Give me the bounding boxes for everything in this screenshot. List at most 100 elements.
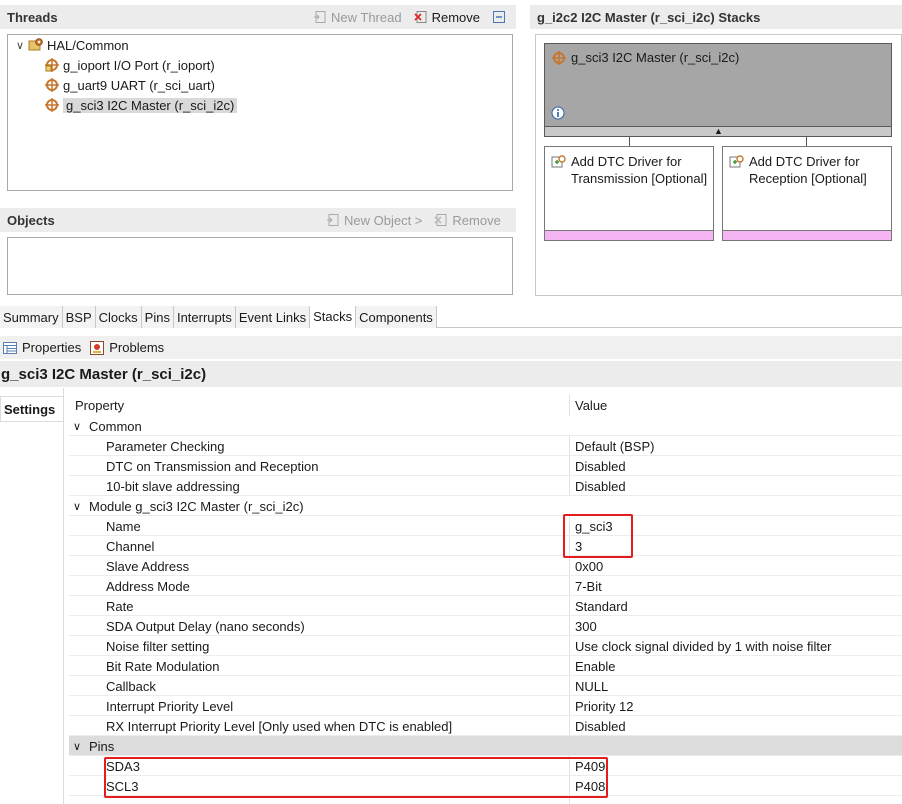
category-row-common[interactable]: ∨ Common bbox=[69, 416, 902, 436]
view-tab-properties[interactable]: Properties bbox=[0, 340, 87, 356]
objects-list bbox=[7, 237, 513, 295]
table-row[interactable]: DTC on Transmission and Reception Disabl… bbox=[69, 456, 902, 476]
property-value[interactable]: P408 bbox=[575, 776, 902, 796]
add-module-icon bbox=[729, 154, 745, 170]
property-name: Channel bbox=[106, 538, 155, 554]
property-value[interactable]: 0x00 bbox=[575, 556, 902, 576]
property-name: RX Interrupt Priority Level [Only used w… bbox=[106, 718, 453, 734]
chevron-down-icon[interactable]: ∨ bbox=[73, 420, 89, 433]
tab-interrupts[interactable]: Interrupts bbox=[173, 306, 236, 328]
chevron-down-icon[interactable]: ∨ bbox=[12, 39, 28, 52]
optional-bar bbox=[723, 230, 891, 240]
info-icon[interactable] bbox=[551, 106, 565, 120]
table-row[interactable]: SDA Output Delay (nano seconds) 300 bbox=[69, 616, 902, 636]
tree-item-hal-common[interactable]: ∨ HAL/Common bbox=[12, 35, 129, 55]
new-object-button[interactable]: New Object > bbox=[326, 213, 422, 228]
new-thread-label: New Thread bbox=[331, 9, 402, 25]
side-strip bbox=[63, 388, 64, 804]
tree-item-label: HAL/Common bbox=[47, 37, 129, 53]
property-value[interactable]: Disabled bbox=[575, 456, 902, 476]
table-row[interactable]: Name g_sci3 bbox=[69, 516, 902, 536]
tree-item-ioport[interactable]: g_ioport I/O Port (r_ioport) bbox=[44, 55, 215, 75]
table-row[interactable]: Slave Address 0x00 bbox=[69, 556, 902, 576]
property-value[interactable]: Disabled bbox=[575, 476, 902, 496]
table-row[interactable]: Bit Rate Modulation Enable bbox=[69, 656, 902, 676]
category-label: Pins bbox=[89, 738, 115, 754]
view-tab-label: Properties bbox=[22, 340, 82, 355]
column-header-property[interactable]: Property bbox=[75, 394, 575, 416]
property-value[interactable]: 300 bbox=[575, 616, 902, 636]
stack-main-block[interactable]: g_sci3 I2C Master (r_sci_i2c) bbox=[544, 43, 892, 137]
tab-summary[interactable]: Summary bbox=[0, 306, 63, 328]
tab-clocks[interactable]: Clocks bbox=[95, 306, 142, 328]
property-value[interactable]: Use clock signal divided by 1 with noise… bbox=[575, 636, 902, 656]
remove-icon bbox=[434, 213, 448, 227]
property-value[interactable]: NULL bbox=[575, 676, 902, 696]
property-name: Slave Address bbox=[106, 558, 190, 574]
table-row[interactable]: RX Interrupt Priority Level [Only used w… bbox=[69, 716, 902, 736]
property-value[interactable]: Standard bbox=[575, 596, 902, 616]
remove-object-button[interactable]: Remove bbox=[434, 213, 501, 228]
module-gear-icon bbox=[44, 77, 60, 93]
objects-title: Objects bbox=[7, 212, 55, 228]
property-name: Parameter Checking bbox=[106, 438, 225, 454]
table-row[interactable]: Interrupt Priority Level Priority 12 bbox=[69, 696, 902, 716]
collapse-all-button[interactable] bbox=[492, 10, 506, 24]
tab-event-links[interactable]: Event Links bbox=[235, 306, 311, 328]
category-row-pins[interactable]: ∨ Pins bbox=[69, 736, 902, 756]
property-value[interactable]: Default (BSP) bbox=[575, 436, 902, 456]
property-name: 10-bit slave addressing bbox=[106, 478, 240, 494]
table-row[interactable]: Rate Standard bbox=[69, 596, 902, 616]
new-object-icon bbox=[326, 213, 340, 227]
tab-components[interactable]: Components bbox=[356, 306, 437, 328]
triangle-up-icon: ▲ bbox=[714, 126, 723, 136]
table-row[interactable]: Channel 3 bbox=[69, 536, 902, 556]
tab-bsp[interactable]: BSP bbox=[62, 306, 96, 328]
table-row[interactable]: Noise filter setting Use clock signal di… bbox=[69, 636, 902, 656]
property-value[interactable]: P409 bbox=[575, 756, 902, 776]
table-row[interactable]: Address Mode 7-Bit bbox=[69, 576, 902, 596]
view-tab-label: Problems bbox=[109, 340, 165, 355]
tree-item-sci3[interactable]: g_sci3 I2C Master (r_sci_i2c) bbox=[44, 95, 238, 115]
highlight-pins bbox=[104, 757, 608, 798]
view-tab-problems[interactable]: Problems bbox=[87, 340, 170, 356]
tree-item-uart9[interactable]: g_uart9 UART (r_sci_uart) bbox=[44, 75, 215, 95]
module-gear-icon bbox=[44, 97, 60, 113]
chevron-down-icon[interactable]: ∨ bbox=[73, 740, 89, 753]
category-label: Module g_sci3 I2C Master (r_sci_i2c) bbox=[89, 498, 304, 514]
property-name: SDA Output Delay (nano seconds) bbox=[106, 618, 305, 634]
new-thread-button[interactable]: New Thread bbox=[313, 10, 402, 25]
tab-pins[interactable]: Pins bbox=[141, 306, 174, 328]
tree-item-label: g_sci3 I2C Master (r_sci_i2c) bbox=[63, 97, 238, 113]
remove-thread-label: Remove bbox=[431, 9, 480, 25]
chevron-down-icon[interactable]: ∨ bbox=[73, 500, 89, 513]
settings-side-tab[interactable]: Settings bbox=[0, 396, 63, 422]
property-value[interactable]: 7-Bit bbox=[575, 576, 902, 596]
optional-bar bbox=[545, 230, 713, 240]
tab-stacks[interactable]: Stacks bbox=[310, 306, 357, 328]
column-header-value[interactable]: Value bbox=[575, 394, 902, 416]
stacks-header: g_i2c2 I2C Master (r_sci_i2c) Stacks bbox=[530, 5, 902, 29]
property-value[interactable]: Disabled bbox=[575, 716, 902, 736]
table-header-row: Property Value bbox=[69, 394, 902, 416]
stack-dtc-reception-block[interactable]: Add DTC Driver for Reception [Optional] bbox=[722, 146, 892, 241]
property-name: Name bbox=[106, 518, 141, 534]
highlight-name-channel bbox=[563, 514, 633, 558]
remove-thread-button[interactable]: Remove bbox=[414, 10, 480, 25]
category-row-module[interactable]: ∨ Module g_sci3 I2C Master (r_sci_i2c) bbox=[69, 496, 902, 516]
new-thread-icon bbox=[313, 10, 327, 24]
property-name: Interrupt Priority Level bbox=[106, 698, 234, 714]
property-value[interactable]: Priority 12 bbox=[575, 696, 902, 716]
tree-item-label: g_uart9 UART (r_sci_uart) bbox=[63, 77, 215, 93]
property-name: Noise filter setting bbox=[106, 638, 210, 654]
stack-sub-label: Add DTC Driver for Reception [Optional] bbox=[749, 154, 867, 186]
table-row[interactable]: Callback NULL bbox=[69, 676, 902, 696]
table-row[interactable]: Parameter Checking Default (BSP) bbox=[69, 436, 902, 456]
stack-expand-bar[interactable]: ▲ bbox=[544, 126, 892, 137]
threads-title: Threads bbox=[7, 9, 58, 25]
property-name: Rate bbox=[106, 598, 134, 614]
table-row[interactable]: 10-bit slave addressing Disabled bbox=[69, 476, 902, 496]
property-value[interactable]: Enable bbox=[575, 656, 902, 676]
stack-dtc-transmission-block[interactable]: Add DTC Driver for Transmission [Optiona… bbox=[544, 146, 714, 241]
stack-main-label: g_sci3 I2C Master (r_sci_i2c) bbox=[571, 50, 740, 65]
